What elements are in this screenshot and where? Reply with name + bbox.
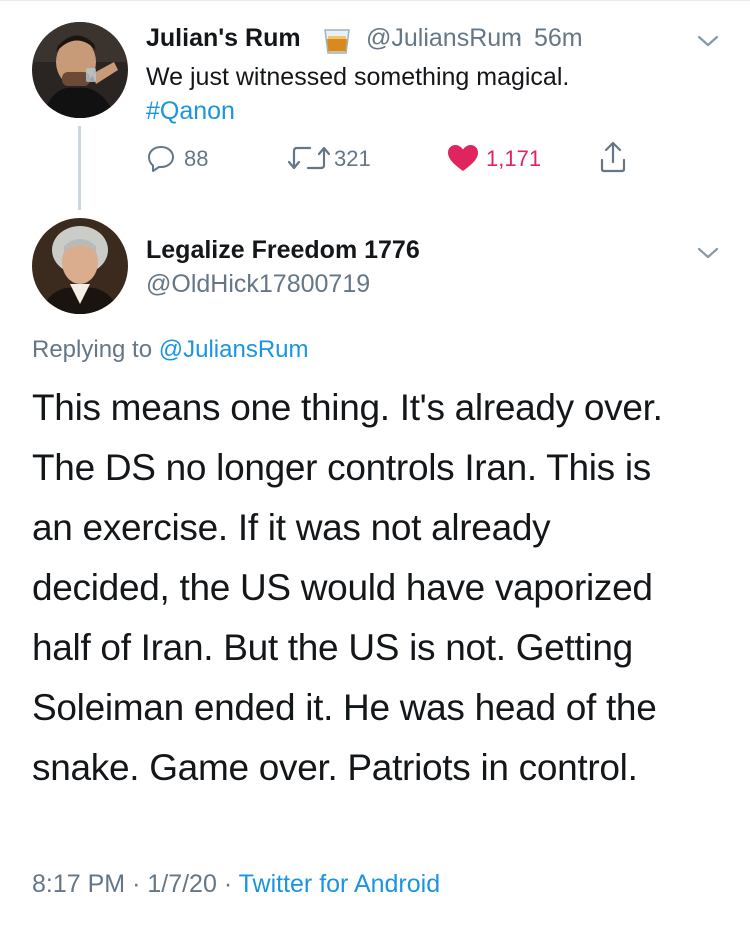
share-icon[interactable] [598, 140, 628, 174]
tweet1-separator: · [514, 24, 523, 52]
tweet1-handle[interactable]: @JuliansRum [366, 24, 522, 53]
reply-count: 88 [184, 146, 209, 171]
replying-prefix: Replying to [32, 336, 153, 363]
tweet2-handle[interactable]: @OldHick17800719 [146, 270, 370, 299]
tweet1-text: We just witnessed something magical. [146, 63, 570, 91]
tweet1-display-name[interactable]: Julian's Rum [146, 24, 301, 53]
tweet2-text-line: This means one thing. It's already over. [32, 387, 663, 428]
tweet2-text-line: snake. Game over. Patriots in control. [32, 747, 638, 788]
top-divider [0, 0, 750, 1]
avatar-julians-rum[interactable] [32, 22, 128, 118]
meta-separator: · [132, 870, 141, 898]
tweet2-metadata: 8:17 PM · 1/7/20 · Twitter for Android [32, 870, 440, 899]
tweet2-time: 8:17 PM [32, 870, 126, 898]
heart-icon[interactable] [446, 143, 480, 173]
tweet1-time[interactable]: 56m [534, 24, 583, 53]
avatar-legalize-freedom[interactable] [32, 218, 128, 314]
thread-connector-line [78, 126, 81, 210]
meta-separator: · [223, 870, 233, 898]
retweet-icon[interactable] [286, 143, 332, 173]
tweet2-text-line: Soleiman ended it. He was head of the [32, 687, 657, 728]
reply-icon[interactable] [146, 143, 176, 173]
tweet2-text-line: an exercise. If it was not already [32, 507, 551, 548]
tumbler-glass-icon [322, 26, 352, 56]
tweet2-text-line: decided, the US would have vaporized [32, 567, 653, 608]
replying-to-handle-link[interactable]: @JuliansRum [159, 336, 309, 363]
tweet1-chevron-down-icon[interactable] [697, 34, 719, 48]
tweet2-date: 1/7/20 [147, 870, 217, 898]
tweet2-text-line: half of Iran. But the US is not. Getting [32, 627, 633, 668]
tweet2-chevron-down-icon[interactable] [697, 246, 719, 260]
like-count: 1,171 [486, 146, 542, 171]
tweet2-text: This means one thing. It's already over.… [32, 378, 732, 798]
tweet2-text-line: The DS no longer controls Iran. This is [32, 447, 651, 488]
tweet2-display-name[interactable]: Legalize Freedom 1776 [146, 236, 420, 265]
tweet1-hashtag-link[interactable]: #Qanon [146, 94, 235, 128]
retweet-count: 321 [334, 146, 371, 171]
tweet2-source-link[interactable]: Twitter for Android [239, 870, 440, 898]
replying-to-line: Replying to @JuliansRum [32, 336, 309, 364]
